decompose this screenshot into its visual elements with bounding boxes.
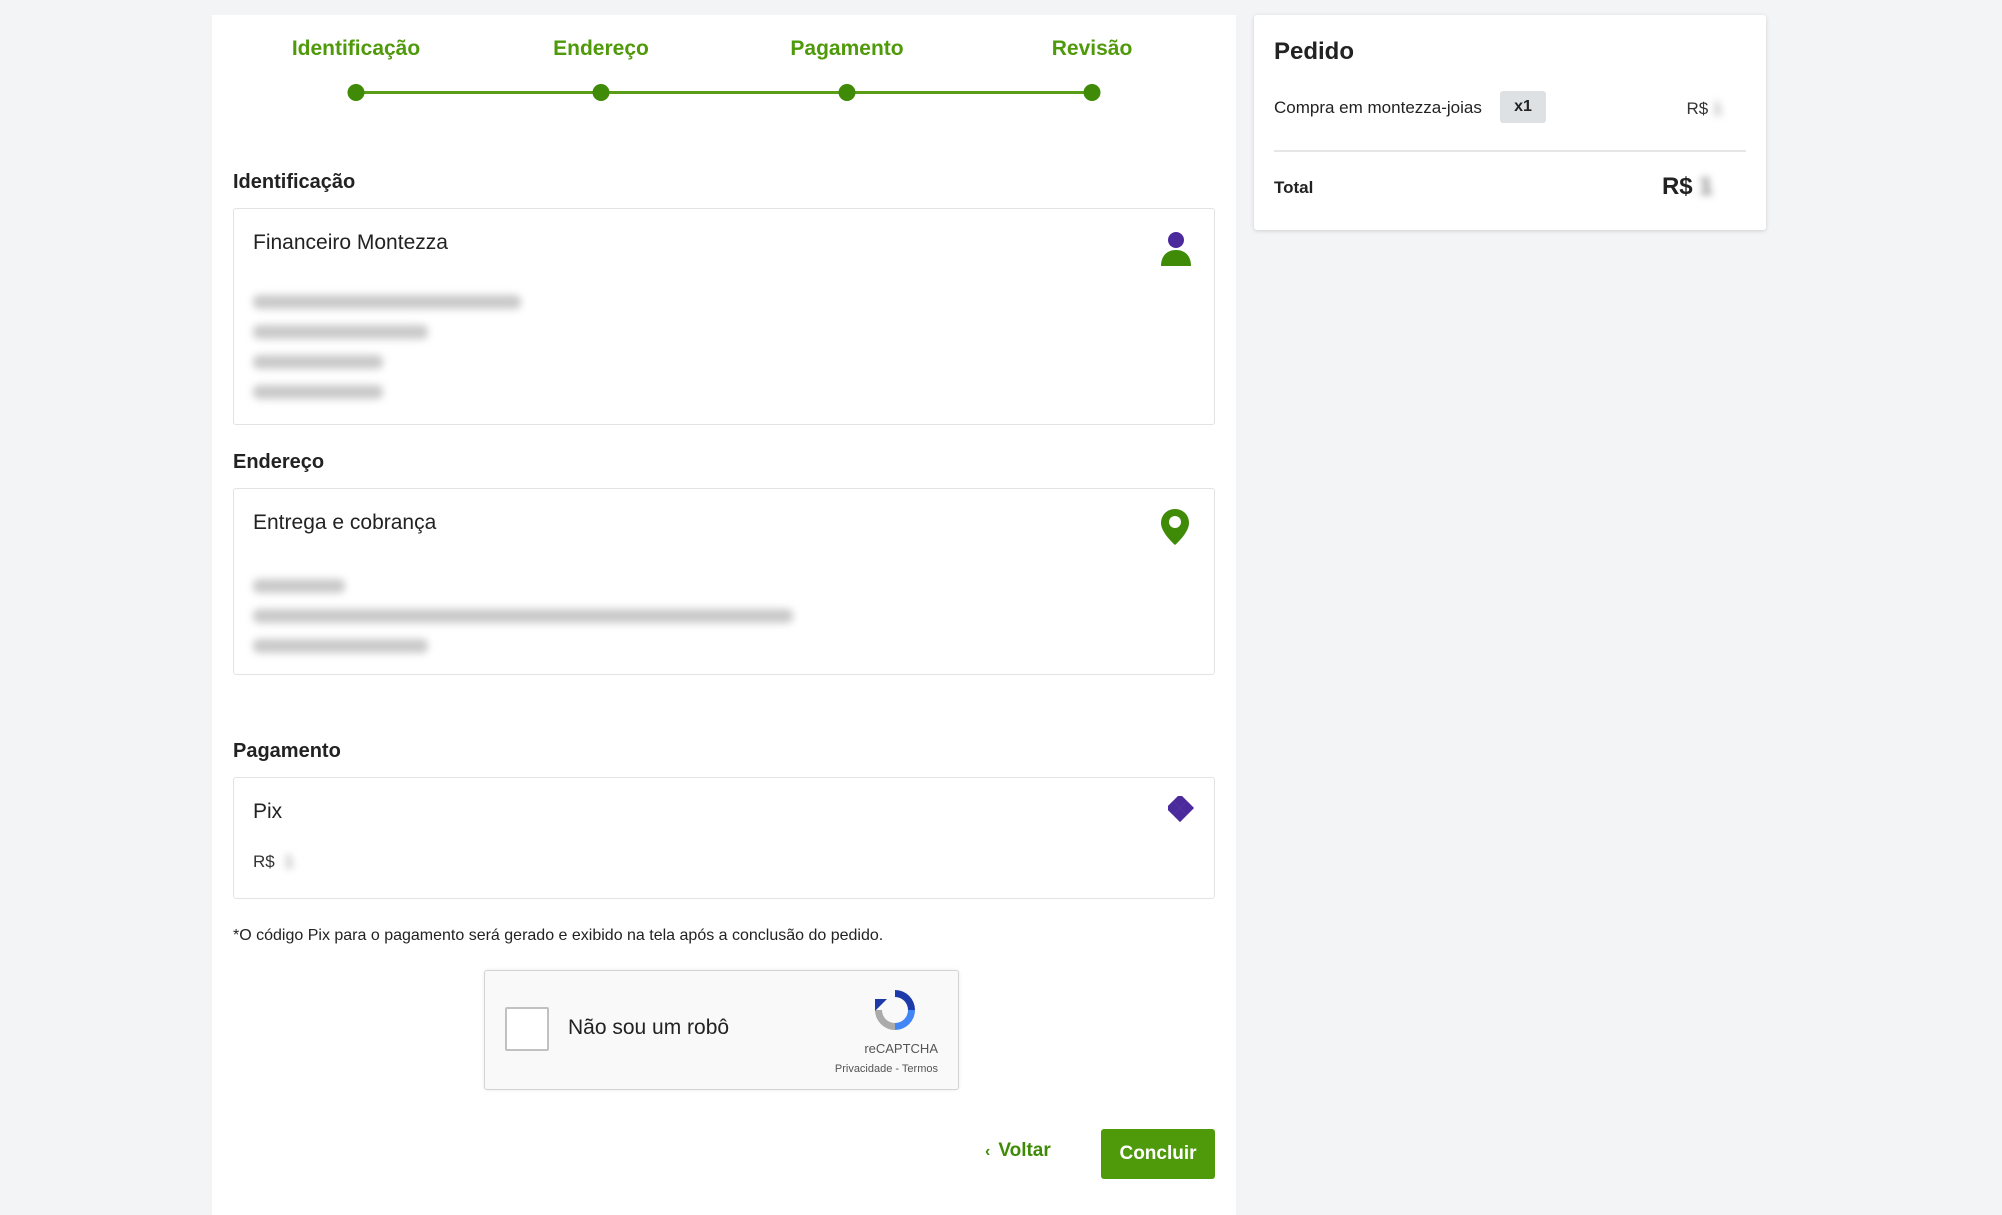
order-summary: Pedido Compra em montezza-joias x1 R$ 1 … bbox=[1254, 15, 1766, 230]
item-price-currency: R$ bbox=[1686, 99, 1709, 118]
recaptcha-label: Não sou um robô bbox=[568, 1016, 730, 1039]
recaptcha-links[interactable]: Privacidade - Termos bbox=[835, 1063, 938, 1075]
customer-name: Financeiro Montezza bbox=[253, 231, 448, 254]
address-card[interactable]: Entrega e cobrança bbox=[233, 488, 1215, 675]
total-value-redacted: 1 bbox=[1692, 173, 1746, 200]
address-street-redacted bbox=[253, 609, 793, 623]
order-divider bbox=[1274, 150, 1746, 152]
identification-card[interactable]: Financeiro Montezza bbox=[233, 208, 1215, 425]
checkout-panel: Identificação Endereço Pagamento Revisão… bbox=[212, 15, 1236, 1215]
customer-email-redacted bbox=[253, 295, 521, 309]
order-title: Pedido bbox=[1274, 38, 1355, 65]
customer-document-redacted bbox=[253, 325, 428, 339]
pix-note: *O código Pix para o pagamento será gera… bbox=[233, 927, 884, 944]
recaptcha-brand: reCAPTCHA bbox=[864, 1041, 938, 1056]
address-city-redacted bbox=[253, 639, 428, 653]
pix-icon bbox=[1165, 793, 1196, 829]
back-button-label: Voltar bbox=[998, 1140, 1051, 1161]
recaptcha-widget[interactable]: Não sou um robô reCAPTCHA Privacidade - … bbox=[484, 970, 959, 1090]
checkout-stepper: Identificação Endereço Pagamento Revisão bbox=[212, 15, 1236, 125]
map-pin-icon bbox=[1160, 508, 1190, 551]
chevron-left-icon: ‹ bbox=[985, 1143, 991, 1160]
payment-method: Pix bbox=[253, 800, 283, 823]
customer-phone-2-redacted bbox=[253, 385, 383, 399]
identification-section-title: Identificação bbox=[233, 171, 356, 193]
payment-amount-currency: R$ bbox=[253, 852, 275, 871]
back-button[interactable]: ‹ Voltar bbox=[985, 1140, 1051, 1162]
address-card-title: Entrega e cobrança bbox=[253, 511, 437, 534]
step-dot-identification bbox=[347, 84, 365, 101]
step-payment[interactable]: Pagamento bbox=[790, 37, 903, 61]
item-price-value-redacted: 1 bbox=[1708, 99, 1746, 118]
total-value: R$ 1 bbox=[1662, 173, 1746, 201]
step-review[interactable]: Revisão bbox=[1052, 37, 1133, 61]
quantity-badge: x1 bbox=[1500, 91, 1546, 123]
address-section-title: Endereço bbox=[233, 451, 325, 473]
user-icon bbox=[1160, 231, 1192, 272]
step-identification[interactable]: Identificação bbox=[292, 37, 420, 61]
submit-order-button[interactable]: Concluir bbox=[1101, 1129, 1215, 1179]
step-dot-payment bbox=[838, 84, 856, 101]
recaptcha-icon bbox=[870, 985, 920, 1040]
payment-amount: R$ 1 bbox=[253, 852, 317, 872]
order-item-label: Compra em montezza-joias bbox=[1274, 98, 1482, 117]
payment-card[interactable]: Pix R$ 1 bbox=[233, 777, 1215, 899]
total-currency: R$ bbox=[1661, 173, 1693, 200]
step-address[interactable]: Endereço bbox=[553, 37, 649, 61]
payment-amount-value-redacted: 1 bbox=[279, 852, 318, 871]
stepper-line bbox=[357, 91, 1091, 94]
customer-phone-redacted bbox=[253, 355, 383, 369]
step-dot-address bbox=[592, 84, 610, 101]
recaptcha-checkbox[interactable] bbox=[505, 1007, 549, 1051]
total-label: Total bbox=[1274, 178, 1314, 197]
item-price: R$ 1 bbox=[1686, 99, 1746, 119]
payment-section-title: Pagamento bbox=[233, 740, 341, 762]
address-zip-redacted bbox=[253, 579, 345, 593]
step-dot-review bbox=[1083, 84, 1101, 101]
